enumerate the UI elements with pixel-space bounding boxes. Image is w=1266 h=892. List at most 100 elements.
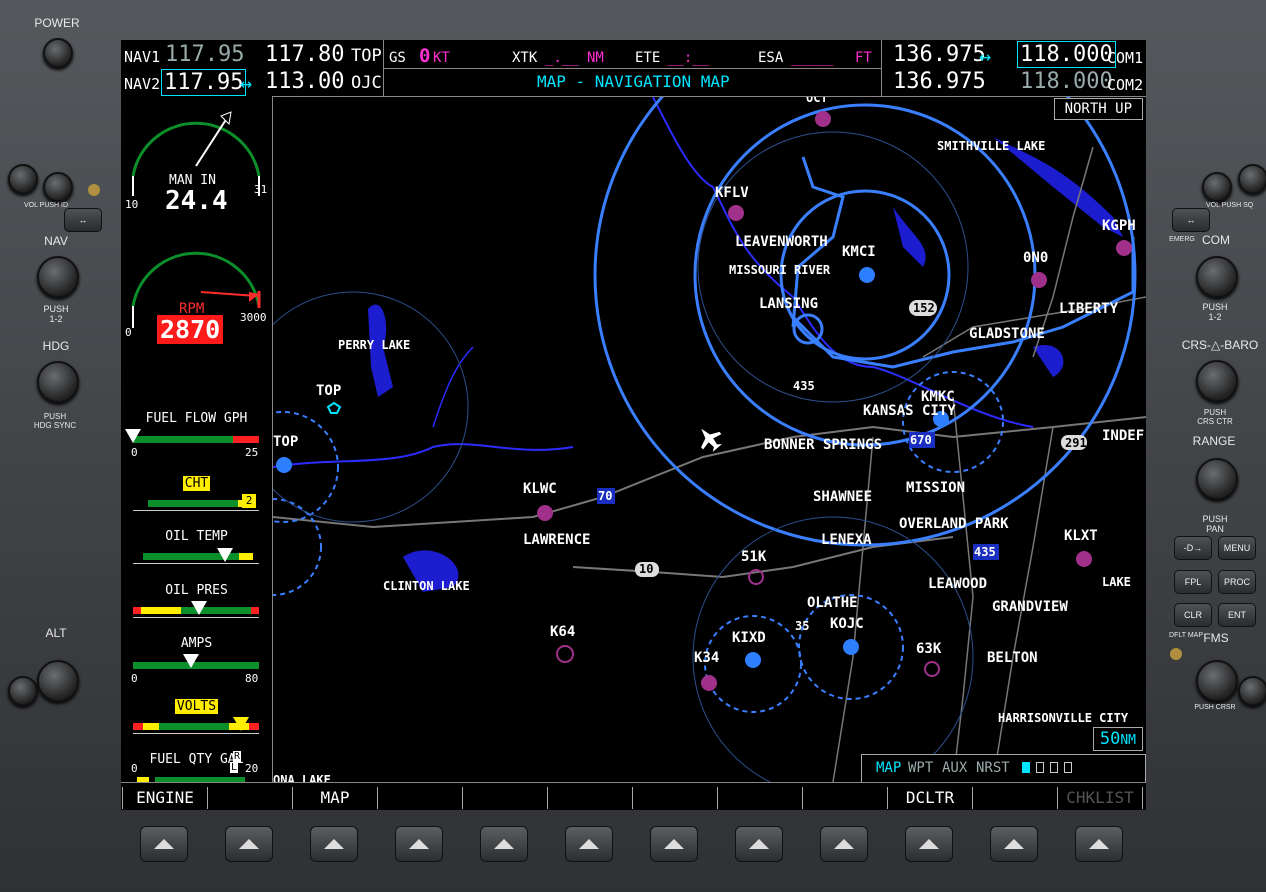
hw-softkey-11[interactable] — [990, 826, 1038, 862]
nav2-standby-freq[interactable]: 117.95 — [161, 69, 247, 96]
map-range-unit: NM — [1120, 733, 1136, 748]
softkey-9[interactable] — [802, 787, 888, 809]
volts-title-wrap: VOLTS — [121, 699, 272, 714]
up-arrow-icon — [834, 839, 854, 849]
map-range-box[interactable]: 50NM — [1092, 727, 1143, 751]
label-kixd: KIXD — [732, 630, 766, 646]
label-lansing: LANSING — [759, 296, 819, 312]
softkey-7[interactable] — [632, 787, 718, 809]
softkey-8[interactable] — [717, 787, 803, 809]
softkey-2[interactable] — [207, 787, 293, 809]
hw-softkey-5[interactable] — [480, 826, 528, 862]
com-knob[interactable] — [1196, 256, 1238, 298]
hw-softkey-8[interactable] — [735, 826, 783, 862]
label-leawood: LEAWOOD — [928, 576, 988, 592]
label-51k: 51K — [741, 549, 767, 565]
crs-baro-knob[interactable] — [1196, 360, 1238, 402]
proc-button[interactable]: PROC — [1218, 570, 1256, 594]
display-screen: NAV1 117.95 117.80 TOP NAV2 117.95 ↔ 113… — [121, 40, 1146, 810]
fuel-flow-pointer — [125, 429, 141, 443]
range-joystick[interactable] — [1196, 458, 1238, 500]
power-knob[interactable] — [43, 38, 73, 68]
oil-pres-redline-low — [133, 607, 141, 614]
map-orientation[interactable]: NORTH UP — [1053, 98, 1143, 120]
nav2-swap-arrow-icon: ↔ — [240, 71, 253, 95]
label-kansas-city: KANSAS CITY — [863, 403, 956, 419]
hw-softkey-6[interactable] — [565, 826, 613, 862]
com2-standby-freq[interactable]: 118.000 — [1020, 69, 1113, 94]
volts-label: VOLTS — [174, 699, 219, 714]
nav-volume-knob[interactable] — [43, 172, 73, 202]
label-belton: BELTON — [987, 650, 1038, 666]
softkey-11[interactable] — [972, 787, 1058, 809]
man-in-pointer — [220, 111, 232, 126]
label-independence: INDEF — [1102, 428, 1145, 444]
clr-button[interactable]: CLR — [1174, 603, 1212, 627]
man-in-value: 24.4 — [165, 186, 228, 216]
com-swap-button[interactable]: ↔ — [1172, 208, 1210, 232]
com1-standby-freq[interactable]: 118.000 — [1017, 41, 1116, 68]
top-status-bar: NAV1 117.95 117.80 TOP NAV2 117.95 ↔ 113… — [121, 40, 1146, 97]
label-k64: K64 — [550, 624, 576, 640]
rpm-max: 3000 — [240, 311, 267, 324]
oil-temp-scale — [133, 563, 259, 564]
k34-airport-icon — [701, 675, 717, 691]
label-smithville: SMITHVILLE LAKE — [937, 139, 1046, 153]
fuel-qty-left-marker: L — [230, 762, 239, 773]
kgph-airport-icon — [1116, 240, 1132, 256]
com2-label: COM2 — [1107, 76, 1144, 94]
man-in-arc — [131, 121, 261, 177]
hw-softkey-7[interactable] — [650, 826, 698, 862]
alt-knob[interactable] — [37, 660, 79, 702]
fpl-button[interactable]: FPL — [1174, 570, 1212, 594]
xtk-label: XTK — [512, 50, 538, 66]
hw-softkey-2[interactable] — [225, 826, 273, 862]
gs-value: 0 — [419, 45, 431, 67]
fms-knob[interactable] — [1196, 660, 1238, 702]
label-liberty: LIBERTY — [1059, 301, 1119, 317]
com-volume-knob[interactable] — [1202, 172, 1232, 202]
swap-arrows-icon: ↔ — [78, 215, 88, 225]
amps-min: 0 — [131, 672, 138, 685]
softkey-dcltr[interactable]: DCLTR — [887, 787, 973, 809]
softkey-map[interactable]: MAP — [292, 787, 378, 809]
softkey-6[interactable] — [547, 787, 633, 809]
hdg-knob[interactable] — [37, 361, 79, 403]
nav-knob[interactable] — [37, 256, 79, 298]
hw-softkey-4[interactable] — [395, 826, 443, 862]
label-k34: K34 — [694, 650, 720, 666]
page-group-wpt: WPT — [908, 760, 934, 776]
softkey-5[interactable] — [462, 787, 548, 809]
fpl-label: FPL — [1184, 577, 1202, 587]
up-arrow-icon — [239, 839, 259, 849]
clr-label: CLR — [1183, 610, 1202, 620]
kojc-airport-icon — [843, 639, 859, 655]
nav1-active-freq: 117.80 — [265, 42, 345, 67]
xtk-value: _.__ — [545, 50, 579, 66]
navigation-map[interactable]: NORTH UP OCT SMITHVILLE LAKE KFLV LEAVEN… — [273, 97, 1146, 782]
softkey-engine[interactable]: ENGINE — [122, 787, 208, 809]
hw-softkey-10[interactable] — [905, 826, 953, 862]
nav-swap-button[interactable]: ↔ — [64, 208, 102, 232]
direct-to-button[interactable]: -D→ — [1174, 536, 1212, 560]
hw-softkey-12[interactable] — [1075, 826, 1123, 862]
label-missouri-river: MISSOURI RIVER — [729, 263, 831, 277]
hw-softkey-3[interactable] — [310, 826, 358, 862]
proc-label: PROC — [1223, 577, 1250, 587]
hw-softkey-9[interactable] — [820, 826, 868, 862]
menu-button[interactable]: MENU — [1218, 536, 1256, 560]
hw-softkey-1[interactable] — [140, 826, 188, 862]
page-group-nrst: NRST — [976, 760, 1010, 776]
label-hwy-435: 435 — [974, 545, 996, 559]
xtk-unit: NM — [587, 50, 604, 66]
label-kgph: KGPH — [1102, 218, 1136, 234]
crs-baro-label: CRS-△-BARO — [1181, 338, 1259, 352]
softkey-4[interactable] — [377, 787, 463, 809]
nav1-standby-freq[interactable]: 117.95 — [165, 42, 244, 67]
nav1-label: NAV1 — [124, 48, 161, 66]
ent-button[interactable]: ENT — [1218, 603, 1256, 627]
softkey-chklist[interactable]: CHKLIST — [1057, 787, 1143, 809]
top-airport-icon — [276, 457, 292, 473]
label-hwy-10: 10 — [639, 562, 654, 576]
com1-active-freq: 136.975 — [893, 42, 986, 67]
